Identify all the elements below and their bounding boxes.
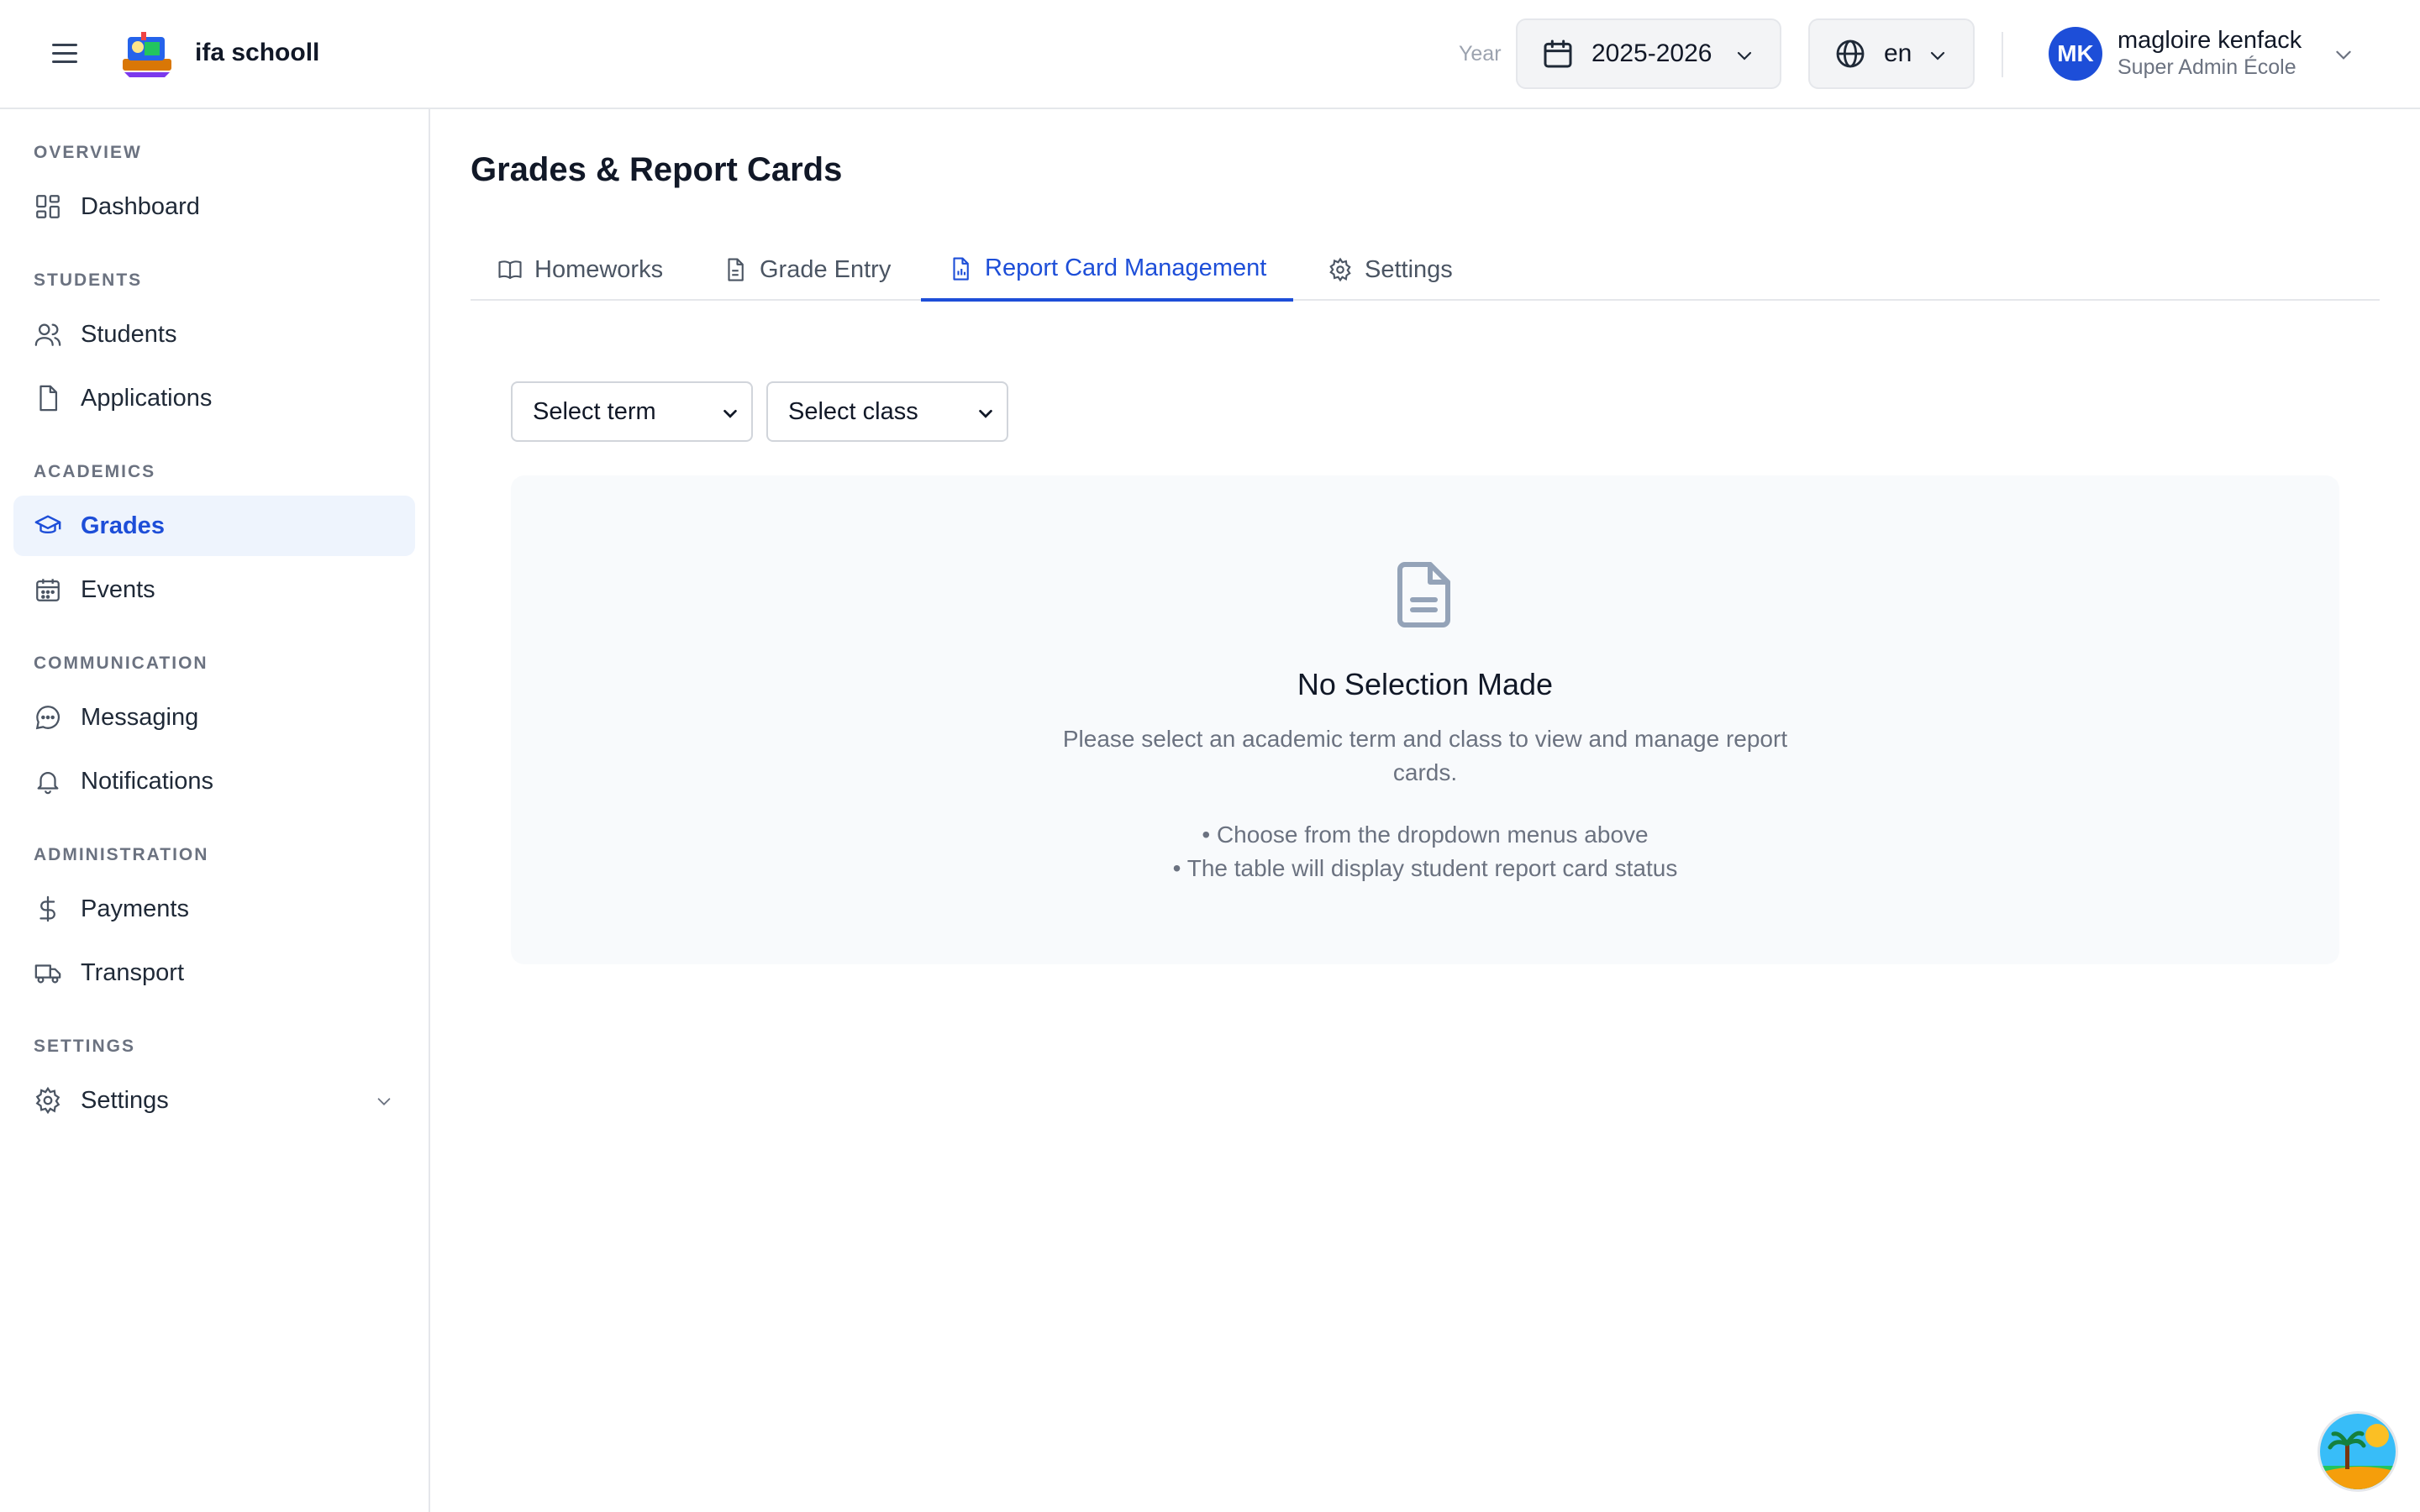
sidebar-item-label: Notifications <box>81 767 213 795</box>
sidebar-item-label: Events <box>81 575 155 603</box>
empty-state-title: No Selection Made <box>1297 667 1554 701</box>
message-icon <box>34 703 62 732</box>
language-selector[interactable]: en <box>1808 18 1975 89</box>
term-select-value: Select term <box>533 397 656 425</box>
tab-label: Settings <box>1365 255 1453 283</box>
section-title-overview: OVERVIEW <box>34 143 142 162</box>
dollar-icon <box>34 895 62 923</box>
sidebar-item-label: Applications <box>81 384 213 412</box>
term-select[interactable]: Select term <box>511 381 753 442</box>
school-logo <box>123 32 171 77</box>
tab-settings[interactable]: Settings <box>1301 239 1480 301</box>
user-role: Super Admin École <box>2118 55 2296 79</box>
sidebar-item-applications[interactable]: Applications <box>13 368 415 428</box>
chevron-down-icon <box>1930 51 1945 60</box>
sidebar-item-label: Dashboard <box>81 192 200 220</box>
sidebar-item-settings[interactable]: Settings <box>13 1070 415 1131</box>
tab-report-card-management[interactable]: Report Card Management <box>921 239 1294 302</box>
empty-state-description: Please select an academic term and class… <box>1062 726 1788 785</box>
sidebar-item-dashboard[interactable]: Dashboard <box>13 176 415 237</box>
dashboard-icon <box>34 192 62 221</box>
sidebar-item-label: Students <box>81 320 177 348</box>
tab-bar: Homeworks Grade Entry Report Card Manage… <box>471 239 2380 302</box>
globe-icon <box>1836 39 1865 68</box>
assistant-widget-button[interactable] <box>2317 1411 2398 1492</box>
gear-icon <box>34 1086 62 1115</box>
section-title-administration: ADMINISTRATION <box>34 845 209 864</box>
chevron-down-icon <box>1737 51 1752 60</box>
top-header: ifa schooll Year 2025-2026 en MK magloir… <box>0 0 2420 109</box>
chevron-down-icon[interactable] <box>2333 44 2354 66</box>
sidebar-item-label: Payments <box>81 895 189 922</box>
sidebar-item-events[interactable]: Events <box>13 559 415 620</box>
menu-toggle-icon[interactable] <box>50 40 82 67</box>
graduation-cap-icon <box>34 512 62 540</box>
sidebar-item-notifications[interactable]: Notifications <box>13 751 415 811</box>
empty-state-card: No Selection Made Please select an acade… <box>511 475 2339 964</box>
file-icon <box>34 384 62 412</box>
user-name[interactable]: magloire kenfack <box>2118 27 2302 55</box>
sidebar-item-label: Messaging <box>81 703 199 731</box>
empty-state-hints: • Choose from the dropdown menus above •… <box>511 818 2339 885</box>
page-title: Grades & Report Cards <box>471 151 843 188</box>
sidebar-item-payments[interactable]: Payments <box>13 879 415 939</box>
calendar-icon <box>1544 39 1572 68</box>
year-label: Year <box>1459 42 1502 66</box>
chevron-down-icon <box>979 409 992 418</box>
chevron-down-icon <box>377 1098 391 1105</box>
header-divider <box>2002 32 2003 77</box>
bell-icon <box>34 767 62 795</box>
section-title-students: STUDENTS <box>34 270 143 290</box>
brand-name: ifa schooll <box>195 39 320 66</box>
sidebar-item-label: Settings <box>81 1086 169 1114</box>
truck-icon <box>34 958 62 987</box>
class-select-value: Select class <box>788 397 918 425</box>
class-select[interactable]: Select class <box>766 381 1008 442</box>
calendar-icon <box>34 575 62 604</box>
users-icon <box>34 320 62 349</box>
tab-grade-entry[interactable]: Grade Entry <box>696 239 918 301</box>
language-value: en <box>1884 39 1912 67</box>
avatar[interactable]: MK <box>2049 27 2102 81</box>
beach-icon <box>2320 1414 2396 1489</box>
sidebar: OVERVIEW Dashboard STUDENTS Students App… <box>0 109 430 1512</box>
section-title-academics: ACADEMICS <box>34 462 156 481</box>
sidebar-item-label: Transport <box>81 958 185 986</box>
sidebar-item-students[interactable]: Students <box>13 304 415 365</box>
gear-icon <box>1329 257 1351 282</box>
chevron-down-icon <box>723 409 737 418</box>
section-title-settings: SETTINGS <box>34 1037 136 1056</box>
document-icon <box>728 258 744 281</box>
year-selector[interactable]: 2025-2026 <box>1516 18 1781 89</box>
report-icon <box>953 256 969 281</box>
tab-label: Report Card Management <box>985 255 1267 281</box>
tab-label: Grade Entry <box>760 255 892 283</box>
sidebar-item-label: Grades <box>81 512 165 539</box>
sidebar-item-transport[interactable]: Transport <box>13 942 415 1003</box>
sidebar-item-grades[interactable]: Grades <box>13 496 415 556</box>
sidebar-item-messaging[interactable]: Messaging <box>13 687 415 748</box>
hint-item: • Choose from the dropdown menus above <box>1202 822 1649 848</box>
book-icon <box>498 260 522 280</box>
section-title-communication: COMMUNICATION <box>34 654 208 673</box>
hint-item: • The table will display student report … <box>1172 855 1678 881</box>
tab-homeworks[interactable]: Homeworks <box>471 239 690 301</box>
document-icon <box>1397 562 1450 627</box>
year-value: 2025-2026 <box>1591 39 1712 67</box>
tab-label: Homeworks <box>534 255 664 283</box>
